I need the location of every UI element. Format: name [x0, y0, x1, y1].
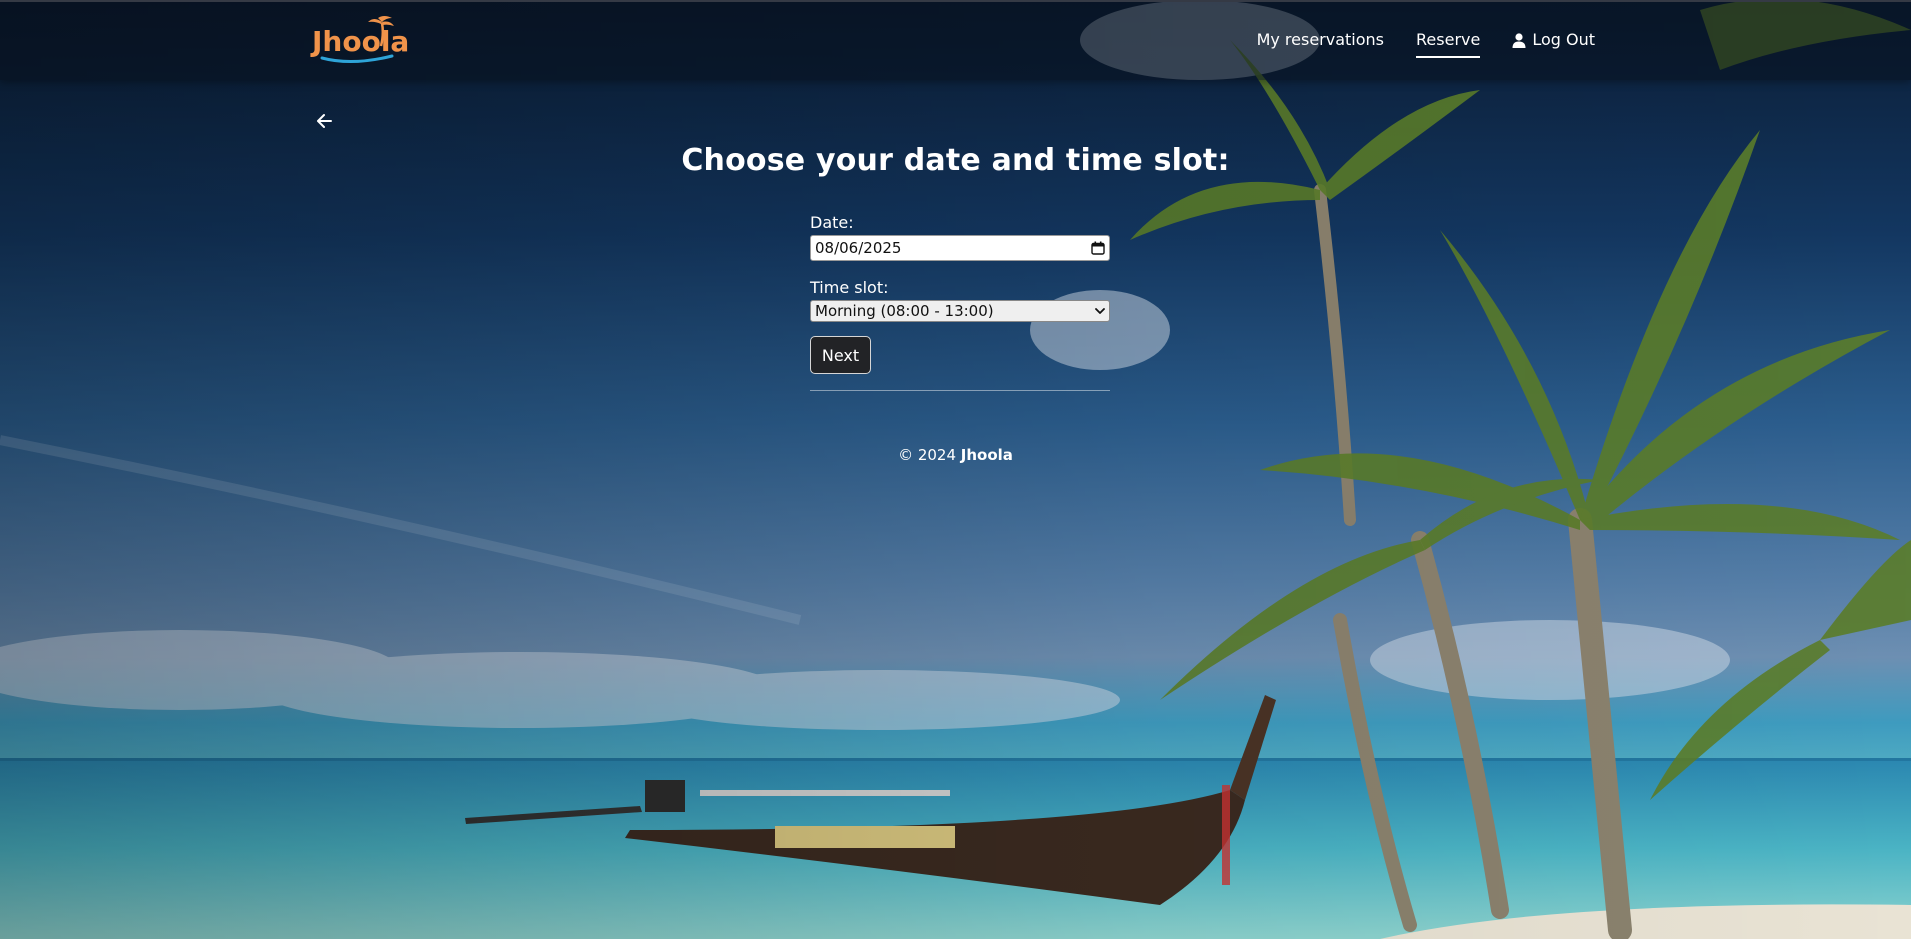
time-slot-value: Morning (08:00 - 13:00) [815, 302, 994, 320]
reservation-form: Date: 08/06/2025 Time slot: Morning (08:… [810, 214, 1110, 391]
nav-my-reservations[interactable]: My reservations [1257, 30, 1384, 50]
footer-copyright: © 2024 [898, 446, 957, 464]
jhoola-logo[interactable]: Jhoola [312, 14, 410, 66]
page: Jhoola My reservations Reserve Log Out C… [0, 0, 1911, 939]
nav-reserve[interactable]: Reserve [1416, 30, 1481, 58]
top-navbar: Jhoola My reservations Reserve Log Out [0, 0, 1911, 80]
time-slot-select[interactable]: Morning (08:00 - 13:00) [810, 300, 1110, 322]
calendar-icon[interactable] [1091, 241, 1105, 255]
user-icon [1512, 32, 1526, 48]
chevron-down-icon [1095, 308, 1105, 314]
time-slot-label: Time slot: [810, 278, 889, 297]
logout-label: Log Out [1532, 30, 1595, 49]
beach-background-image [0, 0, 1911, 939]
footer: © 2024 Jhoola [0, 446, 1911, 464]
page-title: Choose your date and time slot: [681, 143, 1230, 178]
arrow-left-icon[interactable] [314, 110, 336, 132]
next-button[interactable]: Next [810, 336, 871, 374]
date-label: Date: [810, 213, 854, 232]
footer-brand: Jhoola [960, 446, 1013, 464]
main-nav: My reservations Reserve Log Out [1257, 30, 1595, 58]
date-input[interactable]: 08/06/2025 [810, 235, 1110, 261]
nav-logout[interactable]: Log Out [1512, 30, 1595, 50]
form-divider [810, 390, 1110, 391]
logo-text: Jhoola [312, 25, 410, 58]
date-value: 08/06/2025 [815, 239, 902, 257]
